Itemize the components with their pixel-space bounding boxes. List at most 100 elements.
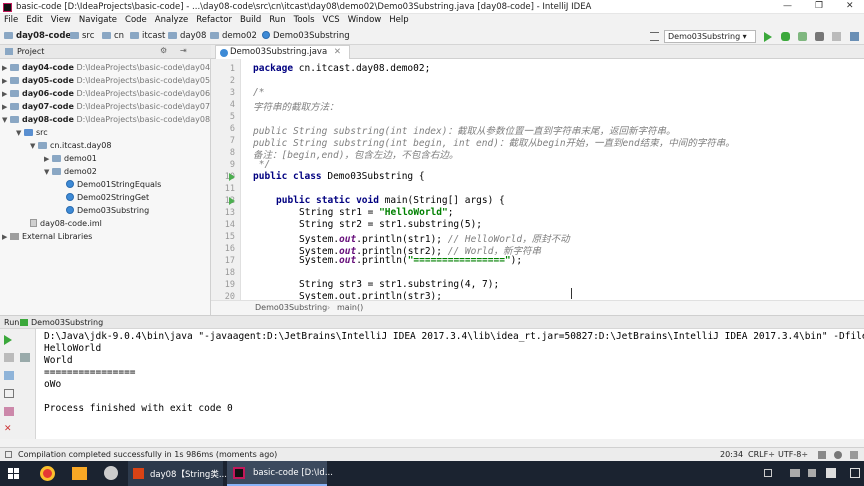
tree-node-demo02[interactable]: ▼ demo02: [44, 165, 97, 178]
panel-hide-icon[interactable]: ⇥: [180, 46, 187, 55]
breadcrumb-class[interactable]: Demo03Substring: [262, 31, 350, 41]
tree-node-demo02-class[interactable]: Demo02StringGet: [66, 191, 149, 204]
stop-icon[interactable]: [4, 353, 14, 362]
run-class-gutter-icon[interactable]: [229, 173, 235, 181]
code-line-20: System.out.println(str3);: [299, 291, 442, 300]
stop-icon[interactable]: [832, 32, 841, 41]
notification-icon[interactable]: [850, 468, 860, 478]
panel-settings-icon[interactable]: ⚙: [160, 46, 167, 55]
inspector-icon[interactable]: [834, 451, 842, 459]
close-button[interactable]: ✕: [846, 1, 854, 11]
debug-icon[interactable]: [781, 32, 790, 41]
breadcrumb-itcast[interactable]: itcast: [130, 31, 165, 41]
menu-navigate[interactable]: Navigate: [75, 14, 121, 25]
profile-icon[interactable]: [815, 32, 824, 41]
settings-icon[interactable]: [4, 407, 14, 416]
console-output[interactable]: D:\Java\jdk-9.0.4\bin\java "-javaagent:D…: [36, 329, 864, 439]
tree-node-day07[interactable]: ▶ day07-code D:\IdeaProjects\basic-code\d…: [2, 100, 210, 113]
taskbar-item-slides[interactable]: day08【String类...: [128, 461, 227, 486]
file-icon: [30, 219, 37, 227]
tree-node-demo01[interactable]: ▶ demo01: [44, 152, 97, 165]
file-encoding[interactable]: UTF-8÷: [778, 450, 808, 459]
taskbar-item-intellij[interactable]: basic-code [D:\Id...: [227, 461, 333, 486]
breadcrumb-cn[interactable]: cn: [102, 31, 124, 41]
menu-tools[interactable]: Tools: [290, 14, 319, 25]
project-structure-icon[interactable]: [850, 32, 859, 41]
rerun-icon[interactable]: [4, 335, 12, 345]
network-icon[interactable]: [790, 469, 800, 477]
tree-node-demo03-class[interactable]: Demo03Substring: [66, 204, 149, 217]
run-panel-title[interactable]: Run: [4, 318, 19, 327]
line-number: 17: [224, 256, 235, 266]
menu-analyze[interactable]: Analyze: [151, 14, 193, 25]
tab-demo03substring[interactable]: Demo03Substring.java ✕: [215, 45, 350, 59]
package-icon: [52, 168, 61, 175]
breadcrumb-demo02[interactable]: demo02: [210, 31, 257, 41]
maximize-button[interactable]: ❐: [815, 1, 823, 11]
line-number: 16: [224, 244, 235, 254]
tree-node-iml[interactable]: day08-code.iml: [30, 217, 102, 230]
chrome-icon[interactable]: [40, 466, 55, 481]
package-icon: [52, 155, 61, 162]
tool-windows-icon[interactable]: [5, 451, 12, 458]
run-tab-label[interactable]: Demo03Substring: [31, 318, 103, 327]
minimize-button[interactable]: —: [783, 1, 792, 11]
start-icon[interactable]: [8, 468, 19, 479]
tree-node-day05[interactable]: ▶ day05-code D:\IdeaProjects\basic-code\d…: [2, 74, 210, 87]
close-run-icon[interactable]: ✕: [4, 425, 14, 434]
line-number: 8: [229, 148, 235, 158]
menu-code[interactable]: Code: [121, 14, 151, 25]
menu-help[interactable]: Help: [385, 14, 412, 25]
menu-window[interactable]: Window: [344, 14, 386, 25]
breadcrumb-src[interactable]: src: [70, 31, 94, 41]
run-icon[interactable]: [764, 32, 772, 42]
line-number: 5: [229, 112, 235, 122]
breadcrumb-module[interactable]: day08-code: [4, 31, 71, 41]
menu-view[interactable]: View: [47, 14, 75, 25]
close-tab-icon[interactable]: ✕: [334, 47, 341, 57]
project-panel-title[interactable]: Project: [17, 47, 44, 56]
intellij-app-icon: [3, 3, 12, 12]
code-line-9: */: [253, 159, 271, 170]
scroll-icon[interactable]: [20, 353, 30, 362]
menu-file[interactable]: File: [0, 14, 22, 25]
app-icon[interactable]: [104, 466, 118, 480]
tree-node-day06[interactable]: ▶ day06-code D:\IdeaProjects\basic-code\d…: [2, 87, 210, 100]
tree-node-day08[interactable]: ▼ day08-code D:\IdeaProjects\basic-code\d…: [2, 113, 210, 126]
menu-refactor[interactable]: Refactor: [192, 14, 236, 25]
volume-icon[interactable]: [808, 469, 816, 477]
event-log-icon[interactable]: [850, 451, 858, 459]
line-number: 18: [224, 268, 235, 278]
crumb-method[interactable]: main(): [337, 303, 363, 312]
line-number: 15: [224, 232, 235, 242]
ime-icon[interactable]: [826, 468, 836, 478]
tree-node-package[interactable]: ▼ cn.itcast.day08: [30, 139, 111, 152]
tray-chevron-icon[interactable]: [764, 469, 772, 477]
folder-icon: [168, 32, 177, 39]
crumb-class[interactable]: Demo03Substring: [255, 303, 327, 312]
tree-node-src[interactable]: ▼ src: [16, 126, 48, 139]
editor-breadcrumb: Demo03Substring › main(): [211, 300, 864, 315]
run-config-select[interactable]: Demo03Substring ▾: [664, 30, 756, 43]
tree-node-day04[interactable]: ▶ day04-code D:\IdeaProjects\basic-code\d…: [2, 61, 210, 74]
code-editor[interactable]: 1 2 3 4 5 6 7 8 9 10 11 12 13 14 15 16 1…: [211, 59, 864, 300]
menu-edit[interactable]: Edit: [22, 14, 46, 25]
pause-icon[interactable]: [4, 371, 14, 380]
dump-threads-icon[interactable]: [4, 389, 14, 398]
menu-vcs[interactable]: VCS: [319, 14, 344, 25]
class-icon: [66, 180, 74, 188]
status-message: Compilation completed successfully in 1s…: [18, 450, 278, 459]
line-separator[interactable]: CRLF÷: [748, 450, 775, 459]
tree-node-demo01-class[interactable]: Demo01StringEquals: [66, 178, 161, 191]
menu-build[interactable]: Build: [236, 14, 265, 25]
caret-position[interactable]: 20:34: [720, 450, 743, 459]
lock-icon[interactable]: [818, 451, 826, 459]
breadcrumb-day08[interactable]: day08: [168, 31, 206, 41]
tree-node-external-libraries[interactable]: ▶ External Libraries: [2, 230, 92, 243]
file-explorer-icon[interactable]: [72, 467, 87, 480]
build-icon[interactable]: [650, 32, 659, 41]
folder-icon: [130, 32, 139, 39]
run-main-gutter-icon[interactable]: [229, 197, 235, 205]
coverage-icon[interactable]: [798, 32, 807, 41]
menu-run[interactable]: Run: [265, 14, 289, 25]
